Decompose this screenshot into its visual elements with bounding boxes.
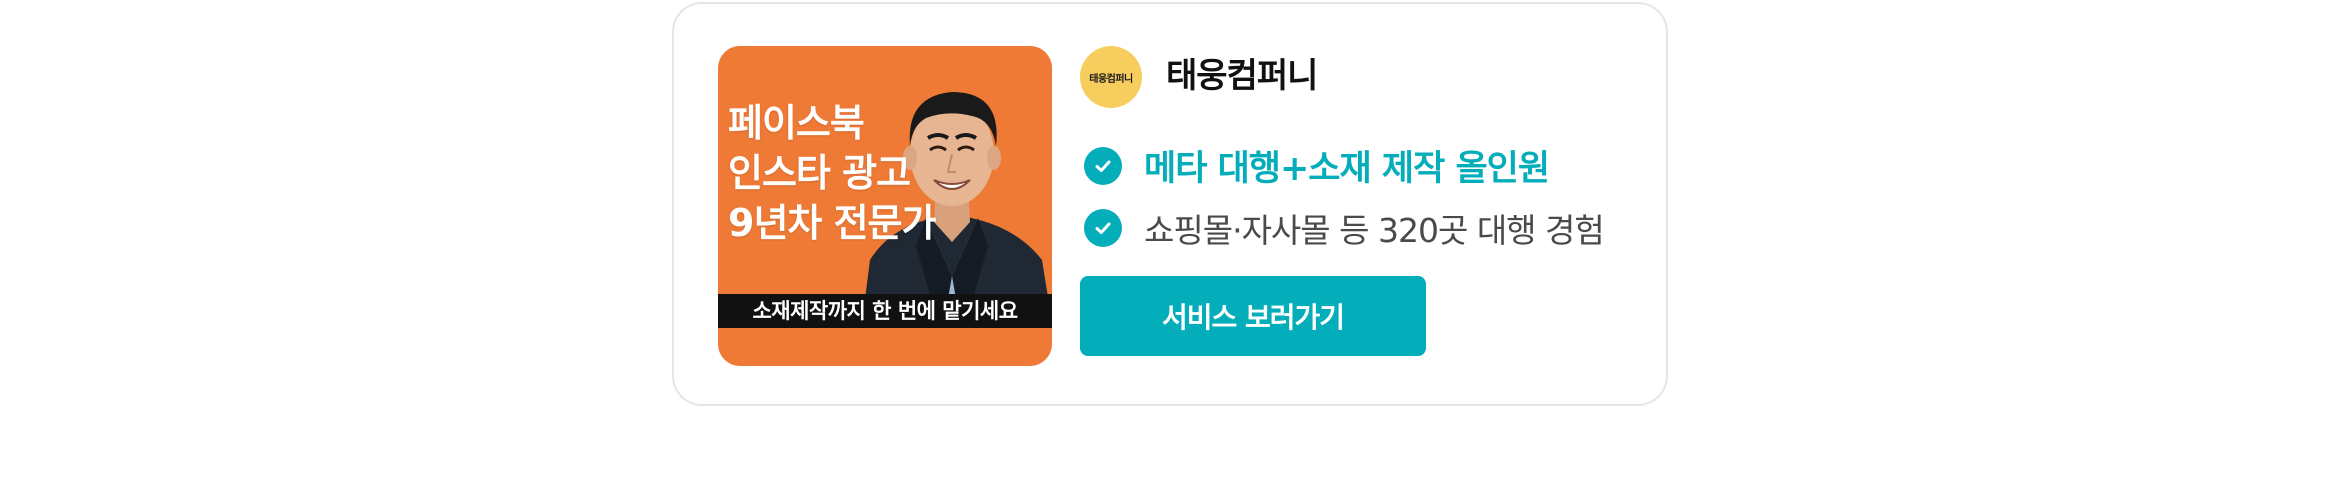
ad-thumbnail[interactable]: 페이스북 인스타 광고 9년차 전문가 소재제작까지 한 번에 맡기세요 [718,46,1052,366]
ad-card[interactable]: 페이스북 인스타 광고 9년차 전문가 소재제작까지 한 번에 맡기세요 태웅컴… [672,2,1668,406]
thumbnail-headline-line: 인스타 광고 [728,151,911,195]
thumbnail-headline-line: 9년차 전문가 [728,201,936,245]
feature-text: 메타 대행+소재 제작 올인원 [1144,149,1550,189]
view-service-button[interactable]: 서비스 보러가기 [1080,276,1426,356]
feature-item: 쇼핑몰·자사몰 등 320곳 대행 경험 [1084,204,1605,252]
check-circle-icon [1084,209,1122,247]
check-circle-icon [1084,146,1122,185]
feature-text: 쇼핑몰·자사몰 등 320곳 대행 경험 [1144,211,1605,250]
thumbnail-headline: 페이스북 인스타 광고 9년차 전문가 [728,98,936,248]
company-name[interactable]: 태웅컴퍼니 [1166,54,1318,98]
company-logo-text: 태웅컴퍼니 [1089,73,1133,85]
thumbnail-banner: 소재제작까지 한 번에 맡기세요 [718,294,1052,328]
thumbnail-headline-line: 페이스북 [728,101,865,145]
feature-item: 메타 대행+소재 제작 올인원 [1084,140,1550,191]
company-logo[interactable]: 태웅컴퍼니 [1080,46,1142,108]
